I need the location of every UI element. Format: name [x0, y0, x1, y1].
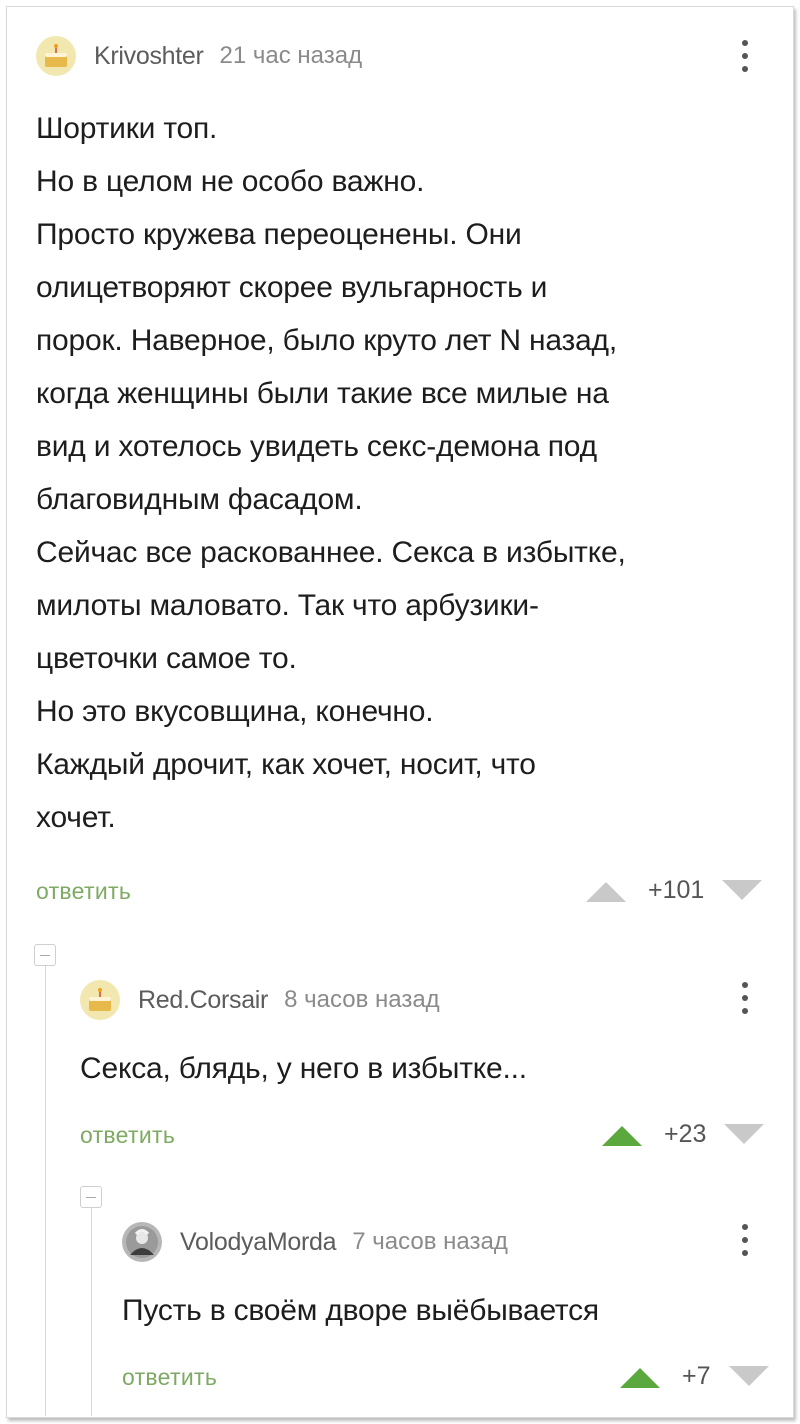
- more-vertical-icon[interactable]: [742, 1224, 748, 1256]
- text-line: милоты маловато. Так что арбузики-: [36, 589, 539, 622]
- comment-red-corsair: Red.Corsair 8 часов назад Секса, блядь, …: [0, 960, 800, 1160]
- comment-volodyamorda: VolodyaMorda 7 часов назад Пусть в своём…: [0, 1200, 800, 1410]
- text-line: Но в целом не особо важно.: [36, 165, 425, 198]
- comment-text: Секса, блядь, у него в избытке...: [80, 1042, 527, 1095]
- avatar-cake-icon: [45, 44, 67, 67]
- text-line: Но это вкусовщина, конечно.: [36, 695, 434, 728]
- comment-timestamp[interactable]: 21 час назад: [220, 42, 363, 70]
- text-line: олицетворяют скорее вульгарность и: [36, 271, 548, 304]
- arrow-up-icon[interactable]: [586, 880, 626, 902]
- vote-controls: +101: [586, 876, 763, 905]
- text-line: Пусть в своём дворе выёбывается: [122, 1294, 599, 1327]
- comment-krivoshter: Krivoshter 21 час назад Шортики топ. Но …: [0, 0, 800, 920]
- arrow-down-icon[interactable]: [724, 1123, 765, 1146]
- text-line: цветочки самое то.: [36, 642, 297, 675]
- text-line: Сейчас все раскованнее. Секса в избытке,: [36, 536, 626, 569]
- avatar[interactable]: [80, 980, 120, 1020]
- reply-button[interactable]: ответить: [80, 1122, 175, 1149]
- comment-text: Шортики топ. Но в целом не особо важно. …: [36, 102, 626, 844]
- avatar-witcher-icon: [126, 1226, 158, 1258]
- text-line: вид и хотелось увидеть секс-демона под: [36, 430, 597, 463]
- text-line: когда женщины были такие все милые на: [36, 377, 609, 410]
- reply-button[interactable]: ответить: [122, 1364, 217, 1391]
- text-line: хочет.: [36, 801, 116, 834]
- arrow-up-icon[interactable]: [602, 1124, 642, 1146]
- text-line: порок. Наверное, было круто лет N назад,: [36, 324, 617, 357]
- text-line: Шортики топ.: [36, 112, 218, 145]
- text-line: Секса, блядь, у него в избытке...: [80, 1052, 527, 1085]
- avatar[interactable]: [36, 36, 76, 76]
- comment-author[interactable]: Red.Corsair: [138, 986, 268, 1015]
- more-vertical-icon[interactable]: [742, 40, 748, 72]
- avatar[interactable]: [122, 1222, 162, 1262]
- reply-button[interactable]: ответить: [36, 878, 131, 905]
- vote-controls: +7: [620, 1362, 769, 1391]
- comment-score: +7: [682, 1362, 711, 1390]
- comment-score: +101: [648, 876, 705, 904]
- comment-author[interactable]: Krivoshter: [94, 42, 204, 71]
- arrow-down-icon[interactable]: [728, 1365, 769, 1388]
- comment-timestamp[interactable]: 7 часов назад: [352, 1228, 508, 1256]
- comment-author[interactable]: VolodyaMorda: [180, 1228, 337, 1257]
- text-line: благовидным фасадом.: [36, 483, 363, 516]
- text-line: Просто кружева переоценены. Они: [36, 218, 522, 251]
- more-vertical-icon[interactable]: [742, 982, 748, 1014]
- arrow-down-icon[interactable]: [722, 879, 763, 902]
- comment-score: +23: [664, 1120, 707, 1148]
- comment-timestamp[interactable]: 8 часов назад: [284, 986, 440, 1014]
- vote-controls: +23: [602, 1120, 765, 1149]
- avatar-cake-icon: [89, 988, 111, 1011]
- arrow-up-icon[interactable]: [620, 1366, 660, 1388]
- comment-text: Пусть в своём дворе выёбывается: [122, 1284, 599, 1337]
- text-line: Каждый дрочит, как хочет, носит, что: [36, 748, 536, 781]
